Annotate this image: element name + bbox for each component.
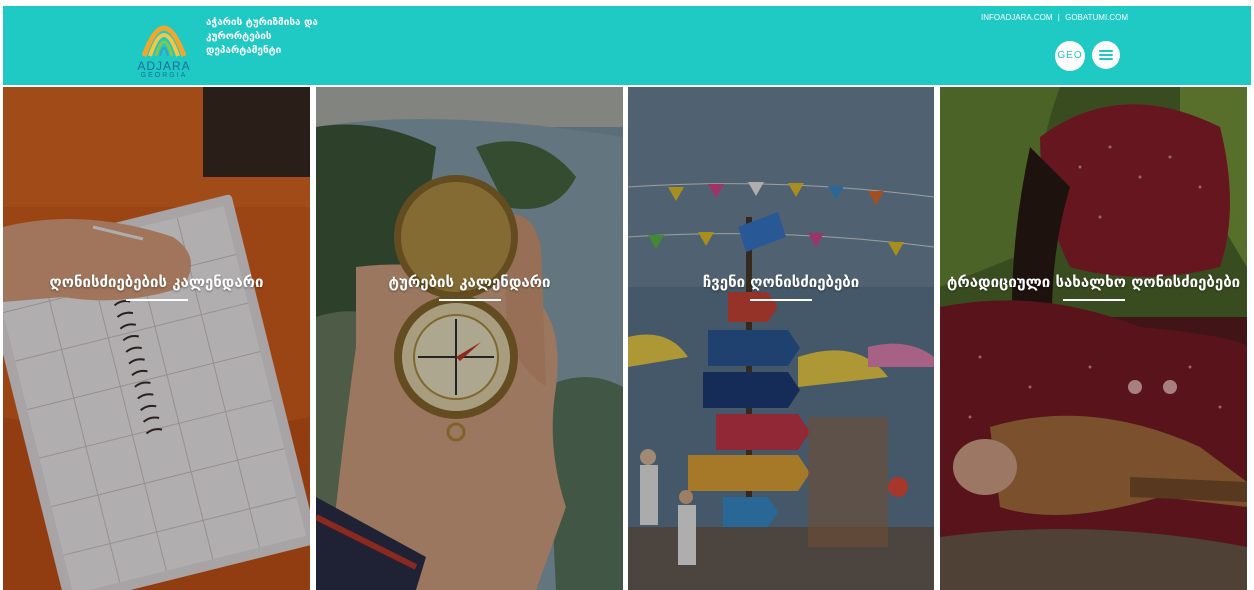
panel-title: ჩვენი ღონისძიებები xyxy=(702,273,860,291)
panel-our-events[interactable]: ჩვენი ღონისძიებები xyxy=(628,87,934,590)
external-links: INFOADJARA.COM | GOBATUMI.COM xyxy=(981,13,1128,22)
logo-subtext: GEORGIA xyxy=(140,72,188,79)
infoadjara-link[interactable]: INFOADJARA.COM xyxy=(981,13,1053,22)
language-button[interactable]: GEO xyxy=(1055,41,1085,71)
panel-tours-calendar[interactable]: ტურების კალენდარი xyxy=(316,87,623,590)
link-separator: | xyxy=(1057,13,1060,22)
panel-title: ღონისძიებების კალენდარი xyxy=(49,273,264,291)
panel-title: ტურების კალენდარი xyxy=(388,273,551,291)
panel-traditional-events[interactable]: ტრადიციული სახალხო ღონისძიებები xyxy=(940,87,1247,590)
adjara-arch-logo-icon xyxy=(141,25,187,57)
panel-underline xyxy=(125,299,188,301)
panel-events-calendar[interactable]: ღონისძიებების კალენდარი xyxy=(3,87,310,590)
gobatumi-link[interactable]: GOBATUMI.COM xyxy=(1065,13,1128,22)
site-header: ADJARA GEORGIA აჭარის ტურიზმისა და კურორ… xyxy=(3,6,1251,85)
category-panels: ღონისძიებების კალენდარი ტურების კალენდარ… xyxy=(3,87,1247,590)
hamburger-menu-icon[interactable] xyxy=(1092,41,1120,69)
panel-underline xyxy=(750,299,812,301)
panel-underline xyxy=(438,299,501,301)
adjara-logo[interactable]: ADJARA GEORGIA xyxy=(133,10,195,80)
organization-name: აჭარის ტურიზმისა და კურორტების დეპარტამე… xyxy=(206,17,318,56)
panel-underline xyxy=(1062,299,1125,301)
panel-title: ტრადიციული სახალხო ღონისძიებები xyxy=(946,273,1241,291)
logo-text: ADJARA xyxy=(137,59,191,73)
